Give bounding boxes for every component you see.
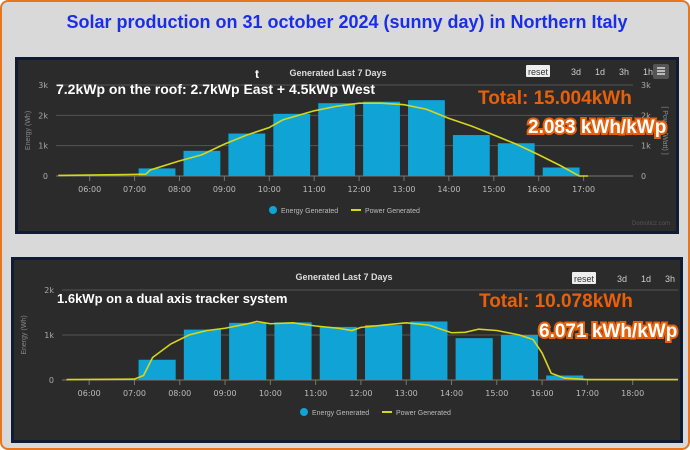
legend-energy-icon[interactable] bbox=[300, 408, 308, 416]
energy-bar bbox=[365, 325, 403, 380]
y-axis-label: Energy (Wh) bbox=[25, 111, 32, 150]
chart-panel-tracker: 0 1k 2k Energy (Wh) 06:00 07:00 08:00 09:00 10:0… bbox=[11, 257, 683, 443]
energy-bar bbox=[318, 103, 356, 176]
chart-note: 1.6kWp on a dual axis tracker system bbox=[57, 291, 288, 306]
x-tick-label: 06:00 bbox=[78, 389, 101, 398]
x-tick-label: 18:00 bbox=[621, 389, 644, 398]
zoom-3d-button[interactable]: 3d bbox=[617, 274, 627, 284]
energy-bar bbox=[455, 338, 493, 380]
energy-bar bbox=[274, 322, 312, 380]
energy-bar bbox=[319, 326, 357, 380]
x-tick-label: 13:00 bbox=[395, 389, 418, 398]
legend-power[interactable]: Power Generated bbox=[396, 410, 451, 417]
y-tick-label: 1k bbox=[44, 331, 54, 340]
y-tick-label: 0 bbox=[43, 172, 48, 181]
x-tick-label: 14:00 bbox=[440, 389, 463, 398]
chart-panel-roof: 0 0 1k 1k 2k 2k 3k 3k Energy (Wh)[ Power (Watt) … bbox=[15, 57, 679, 234]
x-tick-label: 12:00 bbox=[348, 185, 371, 194]
y2-tick-label: 3k bbox=[641, 81, 651, 90]
y-tick-label: 2k bbox=[44, 286, 54, 295]
x-tick-label: 10:00 bbox=[259, 389, 282, 398]
x-tick-label: 12:00 bbox=[349, 389, 372, 398]
x-tick-label: 08:00 bbox=[168, 389, 191, 398]
y2-tick-label: 0 bbox=[641, 172, 646, 181]
y-tick-label: 2k bbox=[38, 111, 48, 120]
x-tick-label: 17:00 bbox=[572, 185, 595, 194]
x-tick-label: 17:00 bbox=[576, 389, 599, 398]
x-tick-label: 09:00 bbox=[214, 389, 237, 398]
chart-note: 7.2kWp on the roof: 2.7kWp East + 4.5kWp… bbox=[56, 81, 375, 97]
reset-button[interactable]: reset bbox=[574, 274, 595, 284]
chart-title: Generated Last 7 Days bbox=[295, 272, 392, 282]
credit[interactable]: Domoticz.com bbox=[632, 221, 670, 227]
x-tick-label: 07:00 bbox=[123, 389, 146, 398]
x-tick-label: 11:00 bbox=[303, 185, 326, 194]
energy-bar bbox=[408, 100, 445, 176]
specific-yield-label: 2.083 kWh/kWp bbox=[528, 117, 666, 138]
page-title: Solar production on 31 october 2024 (sun… bbox=[66, 12, 628, 32]
y2-tick-label: 1k bbox=[641, 142, 651, 151]
reset-button[interactable]: reset bbox=[528, 67, 549, 77]
energy-bar bbox=[229, 322, 267, 380]
legend-energy-icon[interactable] bbox=[269, 206, 277, 214]
legend-energy[interactable]: Energy Generated bbox=[281, 208, 338, 215]
energy-bar bbox=[138, 359, 176, 380]
x-tick-label: 07:00 bbox=[123, 185, 146, 194]
chart-title-prefix: t bbox=[255, 67, 259, 81]
energy-bar bbox=[452, 135, 490, 176]
zoom-3h-button[interactable]: 3h bbox=[619, 67, 629, 77]
x-tick-label: 13:00 bbox=[392, 185, 415, 194]
chart-roof: 0 01k 1k2k 2k3k 3kEnergy (Wh)[ Power (Watt) … bbox=[18, 60, 676, 231]
x-tick-label: 15:00 bbox=[485, 389, 508, 398]
energy-bar bbox=[273, 113, 311, 176]
zoom-3d-button[interactable]: 3d bbox=[571, 67, 581, 77]
x-tick-label: 09:00 bbox=[213, 185, 236, 194]
y-axis-label: Energy (Wh) bbox=[21, 315, 28, 354]
x-tick-label: 16:00 bbox=[531, 389, 554, 398]
chart-tracker: 0 1k 2k Energy (Wh) 06:00 07:00 08:00 09:00 10:0… bbox=[14, 260, 680, 440]
x-tick-label: 06:00 bbox=[78, 185, 101, 194]
x-tick-label: 16:00 bbox=[527, 185, 550, 194]
x-tick-label: 10:00 bbox=[258, 185, 281, 194]
legend-power[interactable]: Power Generated bbox=[365, 208, 420, 215]
total-label: Total: 15.004kWh bbox=[478, 88, 632, 109]
specific-yield-label: 6.071 kWh/kWp bbox=[539, 321, 677, 342]
frame: Solar production on 31 october 2024 (sun… bbox=[0, 0, 690, 450]
y-tick-label: 1k bbox=[38, 142, 48, 151]
energy-bar bbox=[183, 329, 221, 380]
energy-bar bbox=[542, 167, 580, 176]
zoom-1h-button[interactable]: 1h bbox=[643, 67, 653, 77]
energy-bar bbox=[363, 101, 400, 176]
x-tick-label: 15:00 bbox=[482, 185, 505, 194]
total-label: Total: 10.078kWh bbox=[479, 291, 633, 312]
legend-energy[interactable]: Energy Generated bbox=[312, 410, 369, 417]
zoom-1d-button[interactable]: 1d bbox=[595, 67, 605, 77]
energy-bar bbox=[497, 143, 535, 176]
zoom-1d-button[interactable]: 1d bbox=[641, 274, 651, 284]
energy-bar bbox=[500, 335, 539, 380]
x-tick-label: 08:00 bbox=[168, 185, 191, 194]
chart-title: Generated Last 7 Days bbox=[289, 68, 386, 78]
zoom-3h-button[interactable]: 3h bbox=[665, 274, 675, 284]
x-tick-label: 14:00 bbox=[437, 185, 460, 194]
x-tick-label: 11:00 bbox=[304, 389, 327, 398]
y-tick-label: 3k bbox=[38, 81, 48, 90]
y-tick-label: 0 bbox=[49, 376, 54, 385]
